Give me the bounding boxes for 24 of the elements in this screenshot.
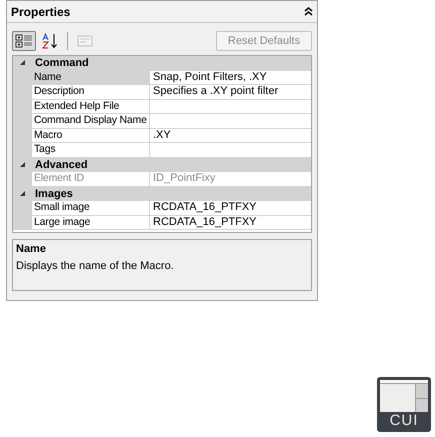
property-name[interactable]: Description (32, 85, 150, 100)
property-name[interactable]: Large image (32, 216, 150, 230)
category-header[interactable]: Images (32, 186, 73, 202)
property-value[interactable]: RCDATA_16_PTFXY (150, 201, 311, 216)
collapse-icon[interactable] (304, 7, 313, 16)
collapse-arrow-icon[interactable] (20, 60, 26, 66)
category-header[interactable]: Advanced (32, 156, 88, 173)
property-value[interactable]: .XY (150, 128, 311, 143)
property-value[interactable]: Specifies a .XY point filter (150, 85, 311, 100)
property-value[interactable]: RCDATA_16_PTFXY (150, 216, 311, 230)
cui-app-icon[interactable]: CUI (377, 377, 431, 432)
property-name[interactable]: Small image (32, 201, 150, 216)
help-text: Displays the name of the Macro. (16, 258, 175, 274)
help-title: Name (16, 242, 47, 257)
property-value[interactable]: Snap, Point Filters, .XY (150, 70, 311, 85)
property-name[interactable]: Extended Help File (32, 100, 150, 114)
panel-title: Properties (11, 4, 70, 20)
property-name[interactable]: Command Display Name (32, 114, 150, 128)
property-name[interactable]: Macro (32, 128, 150, 143)
category-header[interactable]: Command (32, 55, 89, 72)
collapse-arrow-icon[interactable] (20, 162, 26, 168)
categorized-view-icon[interactable] (12, 31, 36, 51)
collapse-arrow-icon[interactable] (20, 190, 26, 197)
property-name[interactable]: Tags (32, 143, 150, 158)
